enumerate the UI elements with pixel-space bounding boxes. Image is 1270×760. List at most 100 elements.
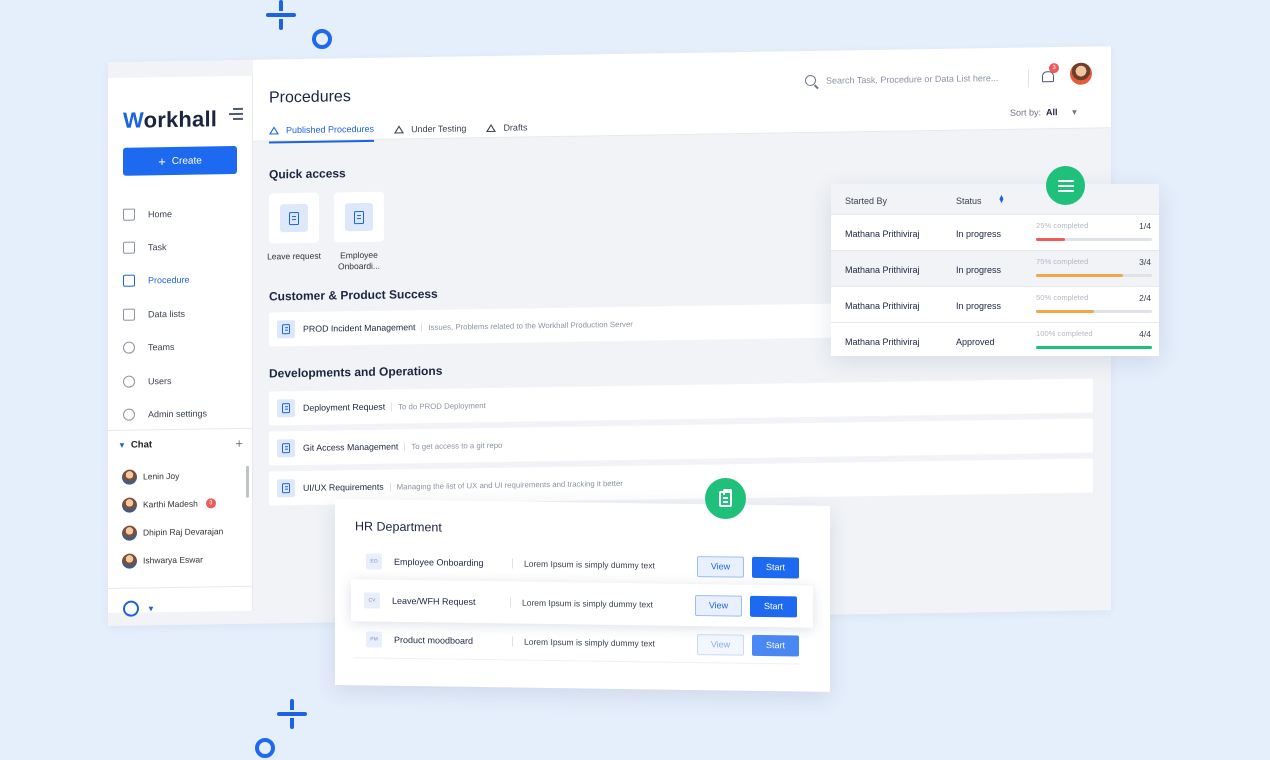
teams-icon bbox=[123, 341, 135, 355]
progress-bar bbox=[1036, 274, 1152, 277]
sidebar-item-home[interactable]: Home bbox=[123, 196, 248, 231]
avatar bbox=[122, 525, 137, 541]
unread-badge: 3 bbox=[205, 498, 216, 509]
document-icon bbox=[282, 443, 290, 454]
progress-fill bbox=[1036, 310, 1094, 313]
tab-published-procedures[interactable]: Published Procedures bbox=[269, 123, 375, 144]
avatar bbox=[122, 553, 137, 569]
quick-access-label: Employee Onboardi... bbox=[337, 249, 381, 272]
view-button[interactable]: View bbox=[695, 594, 742, 617]
start-button[interactable]: Start bbox=[750, 595, 797, 617]
sidebar-item-users[interactable]: Users bbox=[123, 363, 248, 398]
tab-under-testing[interactable]: Under Testing bbox=[394, 122, 466, 141]
procedure-row[interactable]: Deployment Request To do PROD Deployment bbox=[269, 378, 1093, 426]
avatar bbox=[122, 469, 137, 485]
hr-department-card: HR Department EO Employee Onboarding Lor… bbox=[335, 499, 830, 692]
tab-drafts[interactable]: Drafts bbox=[486, 121, 527, 140]
start-button[interactable]: Start bbox=[752, 556, 799, 578]
chat-contact[interactable]: Dhipin Raj Devarajan bbox=[122, 517, 242, 547]
add-chat-button[interactable]: + bbox=[235, 436, 243, 451]
sidebar-item-procedure[interactable]: Procedure bbox=[123, 263, 248, 298]
chevron-down-icon: ▼ bbox=[1070, 107, 1079, 117]
chat-section-header[interactable]: ▼ Chat + bbox=[118, 436, 243, 453]
document-icon bbox=[289, 211, 299, 225]
chat-list: Lenin Joy Karthi Madesh 3 Dhipin Raj Deva… bbox=[122, 461, 242, 575]
triangle-icon bbox=[394, 125, 405, 134]
status-table-card: Started By Status ▲ ▼ Mathana Prithiviraj… bbox=[831, 184, 1159, 356]
hr-procedure-row[interactable]: CV Leave/WFH Request Lorem Ipsum is simp… bbox=[351, 579, 813, 628]
task-icon bbox=[123, 241, 135, 254]
procedure-abbr: PM bbox=[366, 631, 382, 648]
ring-decoration bbox=[312, 29, 332, 49]
quick-access-leave-request[interactable] bbox=[269, 192, 319, 244]
sort-icon[interactable]: ▲ ▼ bbox=[998, 194, 1005, 205]
user-avatar[interactable] bbox=[1070, 62, 1092, 85]
sidebar: Workhall + Create Home Task Procedure Dat… bbox=[108, 75, 253, 617]
document-icon bbox=[354, 210, 364, 224]
divider bbox=[1028, 69, 1029, 88]
section-heading-developments-operations: Developments and Operations bbox=[269, 363, 443, 381]
section-heading-customer-product-success: Customer & Product Success bbox=[269, 286, 438, 304]
home-icon bbox=[123, 208, 135, 221]
chat-contact[interactable]: Karthi Madesh 3 bbox=[122, 489, 242, 519]
workspace-switcher[interactable]: ▼ bbox=[123, 600, 155, 617]
notification-badge: 3 bbox=[1049, 63, 1059, 74]
hr-procedure-row[interactable]: EO Employee Onboarding Lorem Ipsum is si… bbox=[353, 544, 801, 584]
progress-fill bbox=[1036, 346, 1152, 349]
table-row[interactable]: Mathana Prithiviraj In progress 50% comp… bbox=[831, 286, 1159, 322]
search-input[interactable]: Search Task, Procedure or Data List here… bbox=[805, 72, 998, 87]
sidebar-item-task[interactable]: Task bbox=[123, 229, 248, 264]
sidebar-item-admin-settings[interactable]: Admin settings bbox=[123, 396, 248, 431]
collapse-sidebar-icon[interactable] bbox=[229, 107, 243, 121]
table-row[interactable]: Mathana Prithiviraj Approved 100% comple… bbox=[831, 322, 1159, 358]
view-button[interactable]: View bbox=[697, 633, 744, 656]
progress-fill bbox=[1036, 238, 1065, 241]
table-row[interactable]: Mathana Prithiviraj In progress 75% comp… bbox=[831, 250, 1159, 286]
status-table-header: Started By Status ▲ ▼ bbox=[831, 184, 1159, 214]
chat-contact[interactable]: Ishwarya Eswar bbox=[122, 545, 242, 575]
progress-bar bbox=[1036, 310, 1152, 313]
sidebar-item-data-lists[interactable]: Data lists bbox=[123, 296, 248, 331]
procedure-abbr: CV bbox=[364, 592, 380, 609]
chat-contact[interactable]: Lenin Joy bbox=[122, 461, 242, 491]
column-header-started-by[interactable]: Started By bbox=[845, 196, 887, 206]
sort-dropdown[interactable]: Sort by: All ▼ bbox=[1010, 107, 1078, 118]
caret-down-icon: ▼ bbox=[118, 440, 126, 450]
avatar bbox=[122, 497, 137, 513]
triangle-icon bbox=[269, 126, 279, 135]
procedure-row[interactable]: UI/UX Requirements Managing the list of U… bbox=[269, 458, 1093, 506]
hr-card-title: HR Department bbox=[355, 519, 442, 535]
clipboard-icon bbox=[705, 478, 746, 519]
progress-bar bbox=[1036, 346, 1152, 349]
quick-access-heading: Quick access bbox=[269, 166, 346, 182]
caret-down-icon: ▼ bbox=[147, 603, 155, 613]
workspace-icon bbox=[123, 600, 139, 617]
procedure-row[interactable]: Git Access Management To get access to a … bbox=[269, 418, 1093, 466]
progress-bar bbox=[1036, 238, 1152, 241]
plus-icon: + bbox=[158, 153, 166, 169]
chat-scrollbar[interactable] bbox=[246, 465, 249, 498]
users-icon bbox=[123, 375, 135, 388]
workhall-logo[interactable]: Workhall bbox=[123, 106, 217, 133]
create-button[interactable]: + Create bbox=[123, 145, 237, 176]
procedure-icon bbox=[123, 275, 135, 288]
view-button[interactable]: View bbox=[697, 555, 744, 578]
quick-access-employee-onboarding[interactable] bbox=[334, 191, 384, 243]
sidebar-item-teams[interactable]: Teams bbox=[123, 329, 248, 364]
hr-procedure-row[interactable]: PM Product moodboard Lorem Ipsum is simp… bbox=[353, 622, 801, 662]
document-icon bbox=[282, 483, 290, 494]
page-title: Procedures bbox=[269, 88, 351, 107]
table-row[interactable]: Mathana Prithiviraj In progress 25% comp… bbox=[831, 214, 1159, 250]
progress-fill bbox=[1036, 274, 1123, 277]
list-icon bbox=[1046, 166, 1085, 205]
column-header-status[interactable]: Status bbox=[956, 196, 982, 206]
sparkle-decoration bbox=[266, 0, 296, 30]
sparkle-decoration bbox=[277, 699, 307, 729]
sidebar-nav: Home Task Procedure Data lists Teams Use… bbox=[123, 196, 248, 432]
quick-access-label: Leave request bbox=[267, 250, 321, 262]
procedure-abbr: EO bbox=[366, 553, 382, 570]
document-icon bbox=[282, 324, 290, 335]
start-button[interactable]: Start bbox=[752, 634, 799, 656]
ring-decoration bbox=[255, 738, 275, 758]
top-bar: Procedures Search Task, Procedure or Dat… bbox=[253, 46, 1111, 144]
